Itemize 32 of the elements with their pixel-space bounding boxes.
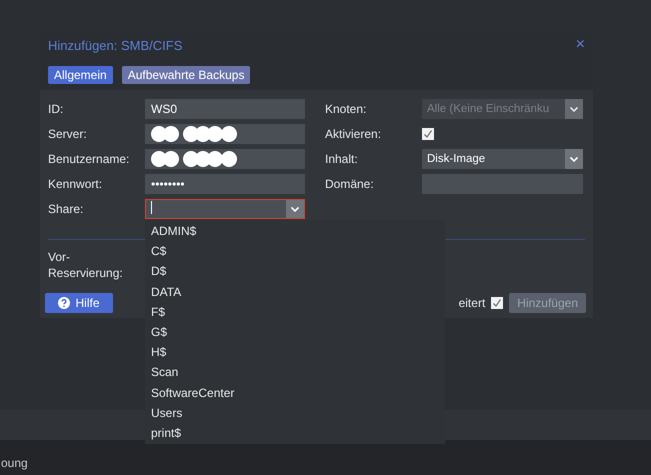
placeholder-text: Alle (Keine Einschränku	[426, 103, 550, 115]
dropdown-option[interactable]: SoftwareCenter	[145, 382, 445, 403]
field-label: Knoten:	[325, 102, 368, 116]
tab[interactable]: Allgemein	[48, 66, 113, 84]
field-label: Kennwort:	[48, 177, 104, 191]
background-label: oung	[1, 456, 28, 470]
dropdown-option[interactable]: Scan	[145, 362, 445, 382]
dropdown-option[interactable]: D$	[145, 261, 445, 282]
field-label: ID:	[48, 102, 64, 116]
dropdown-option[interactable]: F$	[145, 302, 445, 322]
dropdown-option[interactable]: C$	[145, 241, 445, 262]
field-label: Inhalt:	[325, 152, 359, 166]
field-label: Benutzername:	[48, 152, 130, 166]
dropdown-option[interactable]: print$	[145, 422, 445, 444]
dropdown-option[interactable]: H$	[145, 342, 445, 362]
dropdown-option[interactable]: G$	[145, 322, 445, 342]
combo-field[interactable]: Disk-Image	[422, 149, 583, 169]
tab[interactable]: Aufbewahrte Backups	[122, 66, 250, 84]
dropdown-option[interactable]: ADMIN$	[145, 221, 445, 242]
field-label: Vor-Reservierung:	[48, 249, 124, 281]
text-field[interactable]: ••••••••	[145, 174, 305, 194]
help-button[interactable]: Hilfe	[45, 293, 113, 313]
field-label: Domäne:	[325, 177, 375, 191]
dropdown-option[interactable]: Users	[145, 402, 445, 423]
close-button[interactable]: ×	[576, 36, 585, 54]
field-label: Aktivieren:	[325, 127, 382, 141]
text-field[interactable]: WS0	[145, 99, 305, 119]
field-label: Share:	[48, 202, 84, 216]
field-label: Server:	[48, 127, 88, 141]
dropdown-option[interactable]: DATA	[145, 282, 445, 302]
advanced-label: eitert	[458, 296, 486, 310]
dialog-title: Hinzufügen: SMB/CIFS	[48, 38, 182, 52]
